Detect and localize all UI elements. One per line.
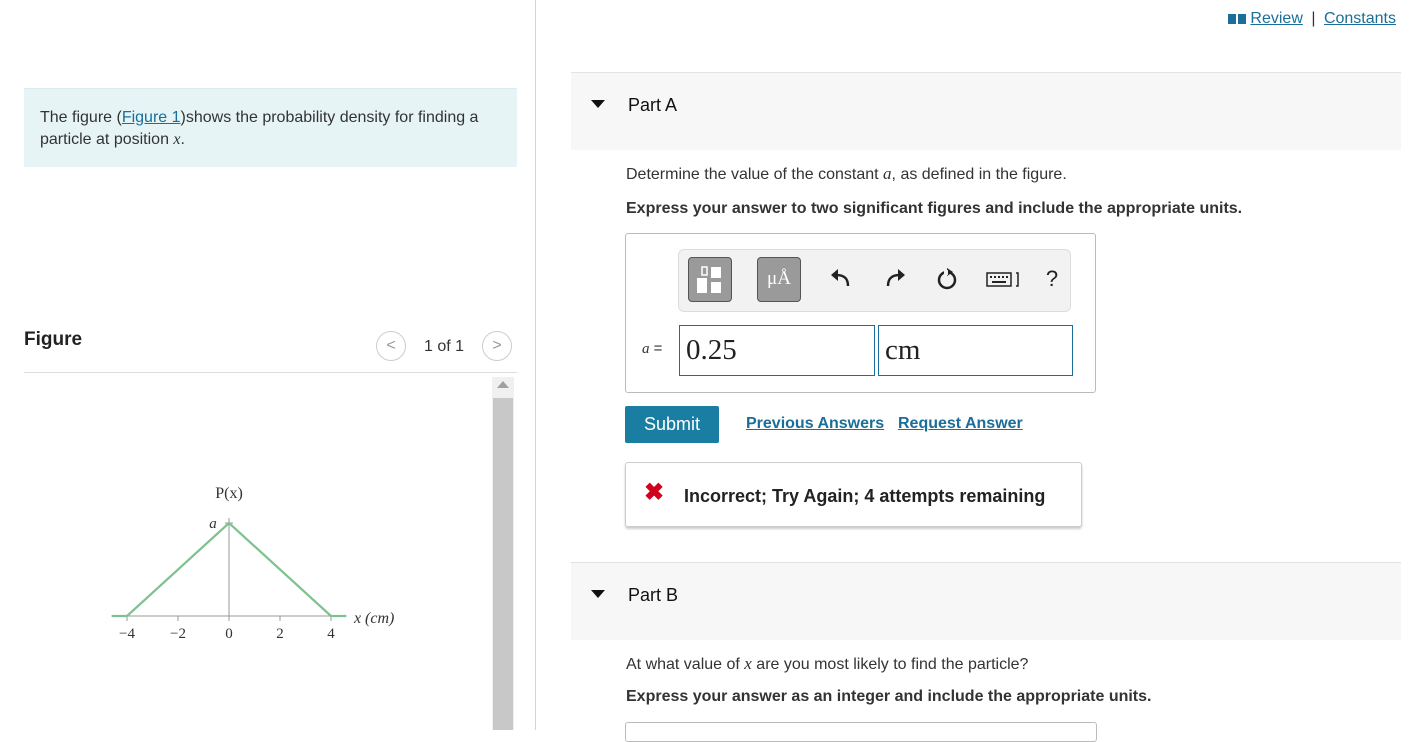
part-a-title: Part A <box>628 95 678 115</box>
part-a-instruction: Express your answer to two significant f… <box>626 200 1243 217</box>
part-b-question-var: x <box>744 654 752 673</box>
review-link[interactable]: Review <box>1250 10 1302 27</box>
feedback-box: ✖ Incorrect; Try Again; 4 attempts remai… <box>625 462 1082 527</box>
scroll-up-arrow-icon[interactable] <box>497 381 509 388</box>
x-tick-label: 4 <box>327 626 335 642</box>
templates-icon <box>697 266 721 293</box>
scrollbar-thumb[interactable] <box>493 398 513 730</box>
units-label: μÅ <box>767 268 791 289</box>
part-a-header[interactable]: Part A <box>571 72 1401 150</box>
reset-icon[interactable] <box>932 264 962 294</box>
submit-button[interactable]: Submit <box>625 406 719 443</box>
probability-density-chart: −4 −2 0 2 4 P(x) a x (cm) <box>111 485 394 642</box>
part-b-question: At what value of x are you most likely t… <box>626 654 1028 674</box>
part-b-question-before: At what value of <box>626 656 745 673</box>
figure-panel: The figure (Figure 1)shows the probabili… <box>0 0 535 730</box>
part-b-question-after: are you most likely to find the particle… <box>751 656 1029 673</box>
part-b-title: Part B <box>628 585 679 605</box>
undo-icon[interactable] <box>826 264 856 294</box>
part-a-question-var: a <box>883 164 892 183</box>
figure-link[interactable]: Figure 1 <box>122 109 181 126</box>
link-separator: | <box>1311 10 1316 27</box>
chart-axes <box>111 518 347 621</box>
answer-label-var: a <box>642 341 650 357</box>
answer-label: a = <box>642 340 662 358</box>
value-input[interactable]: 0.25 <box>679 325 875 376</box>
keyboard-icon[interactable] <box>983 264 1025 294</box>
collapse-triangle-icon[interactable] <box>591 590 605 598</box>
problem-intro: The figure (Figure 1)shows the probabili… <box>24 88 517 167</box>
collapse-triangle-icon[interactable] <box>591 100 605 108</box>
part-a-question-before: Determine the value of the constant <box>626 166 884 183</box>
x-axis-label: x (cm) <box>353 610 394 627</box>
prev-figure-button[interactable]: < <box>376 331 406 361</box>
intro-text-before: The figure ( <box>40 109 122 126</box>
part-b-answer-box <box>625 722 1097 742</box>
redo-icon[interactable] <box>880 264 910 294</box>
column-divider <box>535 0 536 730</box>
units-input[interactable]: cm <box>878 325 1073 376</box>
help-icon[interactable]: ? <box>1037 264 1067 294</box>
figure-counter: 1 of 1 <box>424 338 465 355</box>
figure-title: Figure <box>24 329 83 350</box>
x-tick-label: −2 <box>170 626 186 642</box>
units-button[interactable]: μÅ <box>757 257 801 302</box>
constants-link[interactable]: Constants <box>1324 10 1396 27</box>
answer-label-eq: = <box>649 340 663 357</box>
next-figure-button[interactable]: > <box>482 331 512 361</box>
peak-label: a <box>209 516 217 532</box>
intro-var: x <box>173 131 181 148</box>
top-links: Review | Constants <box>1228 10 1396 28</box>
previous-answers-link[interactable]: Previous Answers <box>746 415 884 433</box>
chart-labels: −4 −2 0 2 4 P(x) a x (cm) <box>119 485 394 642</box>
request-answer-link[interactable]: Request Answer <box>898 415 1023 433</box>
part-b-header[interactable]: Part B <box>571 562 1401 640</box>
math-toolbar: μÅ ? <box>678 249 1071 312</box>
part-b-instruction: Express your answer as an integer and in… <box>626 688 1152 705</box>
y-axis-label: P(x) <box>215 485 243 502</box>
templates-button[interactable] <box>688 257 732 302</box>
part-a-question: Determine the value of the constant a, a… <box>626 164 1067 184</box>
part-a-question-after: , as defined in the figure. <box>891 166 1067 183</box>
book-icon <box>1228 13 1247 24</box>
feedback-message: Incorrect; Try Again; 4 attempts remaini… <box>684 486 1046 506</box>
x-tick-label: 0 <box>225 626 233 642</box>
intro-period: . <box>180 131 185 148</box>
x-tick-label: 2 <box>276 626 284 642</box>
figure-divider <box>24 372 517 373</box>
x-tick-label: −4 <box>119 626 135 642</box>
incorrect-icon: ✖ <box>644 479 665 506</box>
